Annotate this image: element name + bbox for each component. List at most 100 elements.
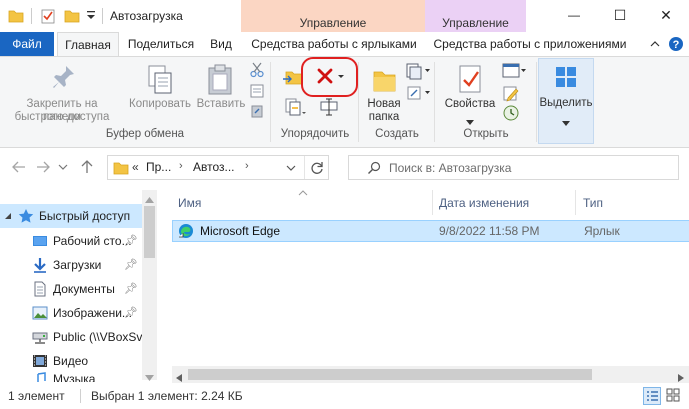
scroll-left-icon[interactable] <box>176 371 182 382</box>
tab-share[interactable]: Поделиться <box>122 32 200 56</box>
table-row[interactable]: Microsoft Edge 9/8/2022 11:58 PM Ярлык <box>172 220 689 242</box>
breadcrumb-chevron-icon: › <box>179 160 183 172</box>
column-header-type[interactable]: Тип <box>583 190 683 215</box>
column-header-date[interactable]: Дата изменения <box>439 190 569 215</box>
search-icon <box>367 161 381 175</box>
pin-quick-access-button[interactable]: Закрепить на панели быстрого доступа <box>6 60 118 126</box>
arrow-left-icon <box>12 161 25 173</box>
details-view-button[interactable] <box>643 387 661 405</box>
film-icon <box>32 353 48 369</box>
tab-view[interactable]: Вид <box>203 32 239 56</box>
paste-button[interactable]: Вставить <box>194 60 248 116</box>
nav-item-downloads[interactable]: Загрузки 📌︎ <box>0 253 142 277</box>
svg-text:?: ? <box>673 39 680 51</box>
qat-folder-icon[interactable] <box>8 8 24 24</box>
select-button[interactable]: Выделить <box>538 58 594 144</box>
file-list-hscrollbar[interactable] <box>172 366 689 383</box>
breadcrumb-overflow[interactable]: « <box>132 160 139 174</box>
nav-item-label: Рабочий сто... <box>53 234 132 248</box>
paste-icon <box>206 64 234 96</box>
column-separator[interactable] <box>432 190 433 215</box>
nav-item-desktop[interactable]: Рабочий сто... 📌︎ <box>0 229 142 253</box>
ribbon-collapse-chevron-icon[interactable] <box>649 38 661 50</box>
delete-x-icon <box>317 68 344 84</box>
column-separator[interactable] <box>575 190 576 215</box>
history-button[interactable] <box>502 104 520 122</box>
address-dropdown-button[interactable] <box>280 156 302 179</box>
close-button[interactable]: ✕ <box>643 0 689 30</box>
nav-item-quick-access[interactable]: Быстрый доступ <box>0 204 142 228</box>
status-selection: Выбран 1 элемент: 2.24 КБ <box>91 389 243 403</box>
scroll-thumb[interactable] <box>144 206 155 258</box>
copy-button[interactable]: Копировать <box>126 60 194 116</box>
open-button[interactable] <box>502 62 528 80</box>
copy-label: Копировать <box>129 98 191 110</box>
nav-item-pictures[interactable]: Изображени... 📌︎ <box>0 301 142 325</box>
easy-access-button[interactable] <box>406 84 432 102</box>
nav-item-label: Загрузки <box>53 258 102 272</box>
tab-app-tools[interactable]: Средства работы с приложениями <box>428 32 632 56</box>
forward-button[interactable] <box>32 156 54 178</box>
scroll-down-icon[interactable] <box>145 370 154 381</box>
select-dropdown-icon <box>562 115 570 126</box>
recent-locations-button[interactable] <box>56 156 70 178</box>
copy-path-icon[interactable] <box>250 84 264 98</box>
file-type: Ярлык <box>584 224 620 238</box>
tab-home[interactable]: Главная <box>57 32 119 57</box>
arrow-right-icon <box>37 161 50 173</box>
nav-item-music[interactable]: Музыка <box>0 372 142 382</box>
copy-to-button[interactable] <box>282 98 306 116</box>
nav-item-label: Музыка <box>53 372 96 382</box>
help-icon[interactable]: ? <box>668 36 684 52</box>
up-button[interactable] <box>76 156 98 178</box>
new-folder-icon <box>370 66 398 94</box>
pin-icon: 📌︎ <box>124 307 138 319</box>
nav-item-documents[interactable]: Документы 📌︎ <box>0 277 142 301</box>
address-bar[interactable]: « Пр... › Автоз... › <box>107 155 329 180</box>
properties-check-icon[interactable] <box>40 8 56 24</box>
chevron-down-icon <box>58 164 68 170</box>
nav-item-label: Документы <box>53 282 115 296</box>
qat-dropdown-icon[interactable] <box>86 10 96 22</box>
edit-button[interactable] <box>502 84 520 102</box>
group-create-label: Создать <box>375 128 419 140</box>
properties-button[interactable]: Свойства <box>440 60 500 126</box>
cut-icon[interactable] <box>250 62 264 78</box>
tab-shortcut-tools[interactable]: Средства работы с ярлыками <box>243 32 425 56</box>
separator-open <box>536 62 537 142</box>
properties-dropdown-icon <box>466 114 474 125</box>
separator-organize <box>358 62 359 142</box>
tab-file[interactable]: Файл <box>0 32 54 56</box>
new-folder-qat-icon[interactable] <box>64 8 80 24</box>
pin-icon <box>52 64 76 94</box>
delete-button[interactable] <box>316 67 348 87</box>
search-box[interactable]: Поиск в: Автозагрузка <box>348 155 679 180</box>
scroll-up-icon[interactable] <box>145 192 154 203</box>
maximize-button[interactable]: ☐ <box>597 0 643 30</box>
large-icons-view-button[interactable] <box>665 387 683 405</box>
download-arrow-icon <box>32 257 48 273</box>
search-placeholder: Поиск в: Автозагрузка <box>389 161 512 175</box>
expand-chevron-icon[interactable] <box>4 209 14 223</box>
new-item-button[interactable] <box>406 62 432 80</box>
scroll-right-icon[interactable] <box>678 371 684 382</box>
breadcrumb-item-2[interactable]: Автоз... <box>193 160 235 174</box>
context-tab-label: Управление <box>442 16 509 30</box>
rename-button[interactable] <box>320 98 338 116</box>
nav-scrollbar[interactable] <box>142 190 157 381</box>
network-drive-icon <box>32 329 48 345</box>
paste-shortcut-icon[interactable] <box>250 104 264 118</box>
nav-item-videos[interactable]: Видео <box>0 349 142 373</box>
refresh-button[interactable] <box>304 156 328 179</box>
music-note-icon <box>32 372 48 382</box>
separator-create <box>434 62 435 142</box>
hscroll-thumb[interactable] <box>188 369 592 380</box>
new-folder-button[interactable]: Новая папка <box>362 60 406 126</box>
new-folder-label-1: Новая <box>367 98 401 110</box>
back-button[interactable] <box>8 156 30 178</box>
breadcrumb-item-1[interactable]: Пр... <box>146 160 171 174</box>
column-header-name[interactable]: Имя <box>178 190 430 215</box>
minimize-button[interactable]: — <box>551 0 597 30</box>
nav-item-public-share[interactable]: Public (\\VBoxSv... <box>0 325 142 349</box>
properties-label: Свойства <box>444 98 496 110</box>
